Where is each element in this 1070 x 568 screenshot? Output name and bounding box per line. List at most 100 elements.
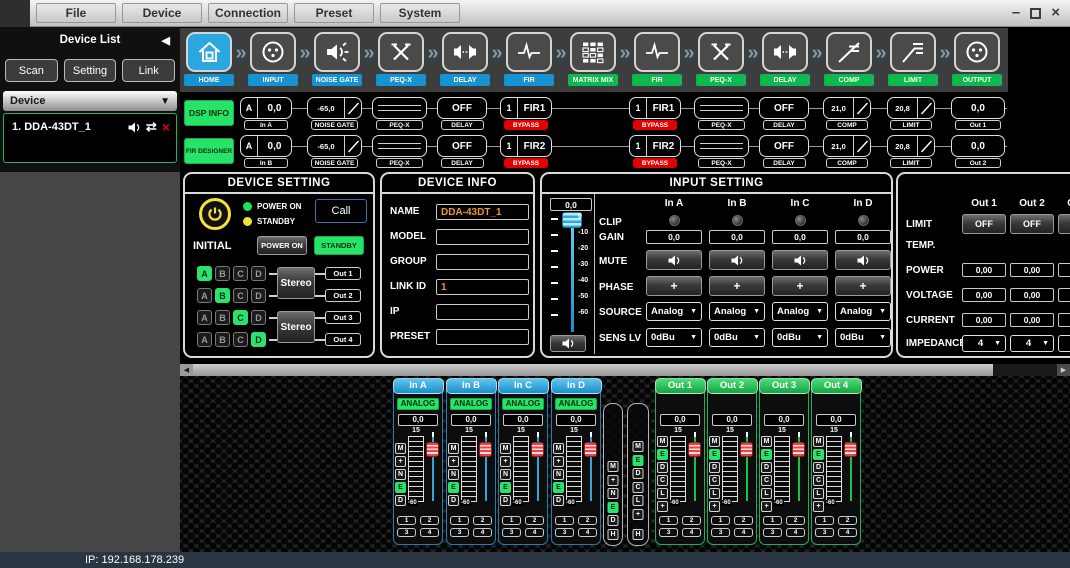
output-block-1[interactable]: 0,0Out 2	[951, 135, 1005, 168]
routing-matrix-a-row3[interactable]: A	[197, 310, 212, 325]
strip-button-m-in-d[interactable]: M	[553, 443, 564, 454]
channel-tab-out-4[interactable]: Out 4	[811, 378, 862, 394]
analog-source-button-in-c[interactable]: ANALOG	[502, 398, 544, 410]
strip-button-e-in-c[interactable]: E	[500, 482, 511, 493]
fader-in-a[interactable]	[426, 432, 440, 506]
fader-handle[interactable]	[740, 442, 753, 457]
route-button-3-in-c[interactable]: 3	[502, 528, 521, 537]
comp-block-0[interactable]: 21,0COMP	[823, 97, 871, 130]
toolbar-item-comp-10[interactable]: COMP	[824, 32, 874, 86]
delay-block-0[interactable]: OFFDELAY	[437, 97, 487, 130]
strip-button-d-out-3[interactable]: D	[761, 462, 772, 473]
channel-value-in-a[interactable]: 0,0	[398, 414, 438, 426]
fader-out-3[interactable]	[792, 432, 806, 506]
strip-button-+-in-d[interactable]: +	[553, 456, 564, 467]
route-button-2-out-3[interactable]: 2	[786, 516, 805, 525]
route-button-3-in-b[interactable]: 3	[450, 528, 469, 537]
fader-handle[interactable]	[792, 442, 805, 457]
route-button-2-out-4[interactable]: 2	[838, 516, 857, 525]
toolbar-item-fir-7[interactable]: FIR	[632, 32, 682, 86]
dsp-info-button[interactable]: DSP INFO	[184, 100, 234, 126]
route-button-4-out-1[interactable]: 4	[682, 528, 701, 537]
input-block-0[interactable]: A0,0In A	[240, 97, 292, 130]
strip-button-c-out-2[interactable]: C	[709, 475, 720, 486]
collapse-sidebar-icon[interactable]: ◀	[162, 34, 170, 47]
limit-button-out-2[interactable]: OFF	[1010, 214, 1054, 234]
peq2-block-1[interactable]: PEQ-X	[694, 135, 749, 168]
device-info-field-link-id[interactable]: 1	[436, 279, 529, 295]
channel-value-in-b[interactable]: 0,0	[451, 414, 491, 426]
fader-out-4[interactable]	[844, 432, 858, 506]
fader-handle[interactable]	[688, 442, 701, 457]
strip-button-e-in-a[interactable]: E	[395, 482, 406, 493]
close-button[interactable]: ×	[1051, 4, 1060, 22]
channel-tab-out-2[interactable]: Out 2	[707, 378, 758, 394]
strip-button-e-out-1[interactable]: E	[657, 449, 668, 460]
strip-button-l-out-1[interactable]: L	[657, 488, 668, 499]
fader-handle[interactable]	[531, 442, 544, 457]
setting-button[interactable]: Setting	[64, 59, 117, 82]
phase-button-in-d[interactable]: +	[835, 276, 891, 296]
strip-button-+-out-2[interactable]: +	[709, 501, 720, 512]
fader-out-1[interactable]	[688, 432, 702, 506]
device-dropdown[interactable]: Device ▼	[3, 91, 177, 111]
gain-field-in-d[interactable]: 0,0	[835, 230, 891, 244]
fir-block-0[interactable]: 1FIR1BYPASS	[500, 97, 552, 130]
strip-button-l-out-4[interactable]: L	[813, 488, 824, 499]
fir-designer-button[interactable]: FIR DESIGNER	[184, 138, 234, 164]
route-button-3-out-4[interactable]: 3	[815, 528, 834, 537]
limit-block-1[interactable]: 20,8LIMIT	[887, 135, 935, 168]
toolbar-item-peq-x-8[interactable]: PEQ-X	[696, 32, 746, 86]
route-button-3-in-a[interactable]: 3	[397, 528, 416, 537]
mute-button-in-a[interactable]	[646, 250, 702, 270]
noise-gate-block-1[interactable]: -65,0NOISE GATE	[307, 135, 362, 168]
fir2-block-1[interactable]: 1FIR2BYPASS	[629, 135, 681, 168]
route-button-3-out-3[interactable]: 3	[763, 528, 782, 537]
mute-button-in-c[interactable]	[772, 250, 828, 270]
scrollbar-thumb[interactable]	[193, 364, 993, 376]
sens-select-in-a[interactable]: 0dBu▼	[646, 328, 702, 347]
menu-item-system[interactable]: System	[380, 3, 460, 23]
device-info-field-name[interactable]: DDA-43DT_1	[436, 204, 529, 220]
strip-button-m-out-3[interactable]: M	[761, 436, 772, 447]
strip-button-+-in-c[interactable]: +	[500, 456, 511, 467]
master-button-l-2[interactable]: L	[633, 495, 644, 506]
minimize-button[interactable]: –	[1012, 4, 1020, 22]
route-button-4-out-3[interactable]: 4	[786, 528, 805, 537]
routing-matrix-b-row2[interactable]: B	[215, 288, 230, 303]
master-hide-button-2[interactable]: H	[633, 529, 644, 540]
route-button-2-in-c[interactable]: 2	[525, 516, 544, 525]
toolbar-item-noise-gate-2[interactable]: NOISE GATE	[312, 32, 362, 86]
routing-matrix-d-row1[interactable]: D	[251, 266, 266, 281]
impedance-select-out-1[interactable]: 4▼	[962, 335, 1006, 352]
noise-gate-block-0[interactable]: -65,0NOISE GATE	[307, 97, 362, 130]
analog-source-button-in-d[interactable]: ANALOG	[555, 398, 597, 410]
toolbar-item-fir-5[interactable]: FIR	[504, 32, 554, 86]
strip-button-e-out-3[interactable]: E	[761, 449, 772, 460]
fader-handle[interactable]	[844, 442, 857, 457]
routing-matrix-c-row3[interactable]: C	[233, 310, 248, 325]
toolbar-item-delay-4[interactable]: DELAY	[440, 32, 490, 86]
fader-handle[interactable]	[479, 442, 492, 457]
route-button-1-in-a[interactable]: 1	[397, 516, 416, 525]
device-info-field-model[interactable]	[436, 229, 529, 245]
master-fader-value[interactable]: 0,0	[550, 198, 592, 211]
master-button-+-2[interactable]: +	[633, 509, 644, 520]
sens-select-in-c[interactable]: 0dBu▼	[772, 328, 828, 347]
toolbar-item-matrix-mix-6[interactable]: MATRIX MIX	[568, 32, 618, 86]
strip-button-d-in-c[interactable]: D	[500, 495, 511, 506]
link-button[interactable]: Link	[122, 59, 175, 82]
phase-button-in-c[interactable]: +	[772, 276, 828, 296]
routing-matrix-c-row2[interactable]: C	[233, 288, 248, 303]
route-button-4-in-b[interactable]: 4	[473, 528, 492, 537]
device-list-item[interactable]: 1. DDA-43DT_1 ⇄ ×	[4, 114, 176, 135]
strip-button-e-out-4[interactable]: E	[813, 449, 824, 460]
toolbar-item-delay-9[interactable]: DELAY	[760, 32, 810, 86]
output-block-0[interactable]: 0,0Out 1	[951, 97, 1005, 130]
master-button-d-2[interactable]: D	[633, 468, 644, 479]
master-button-e-2[interactable]: E	[633, 455, 644, 466]
strip-button-e-in-d[interactable]: E	[553, 482, 564, 493]
source-select-in-c[interactable]: Analog▼	[772, 302, 828, 321]
toolbar-item-output-12[interactable]: OUTPUT	[952, 32, 1002, 86]
initial-standby-button[interactable]: STANDBY	[314, 236, 364, 255]
